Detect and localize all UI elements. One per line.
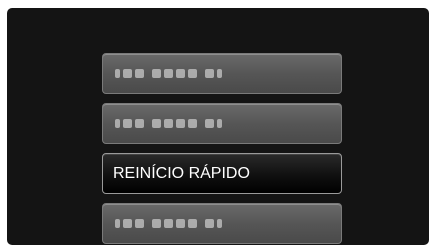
camera-screen: REINÍCIO RÁPIDO [7,8,429,245]
blurred-label-placeholder [115,69,222,78]
menu-list: REINÍCIO RÁPIDO [102,53,342,244]
menu-item-label: REINÍCIO RÁPIDO [113,165,250,182]
blurred-label-placeholder [115,219,222,228]
blurred-label-placeholder [115,119,222,128]
menu-item-1[interactable] [102,53,342,94]
menu-item-reinicio-rapido[interactable]: REINÍCIO RÁPIDO [102,153,342,194]
menu-item-4[interactable] [102,203,342,244]
menu-item-2[interactable] [102,103,342,144]
